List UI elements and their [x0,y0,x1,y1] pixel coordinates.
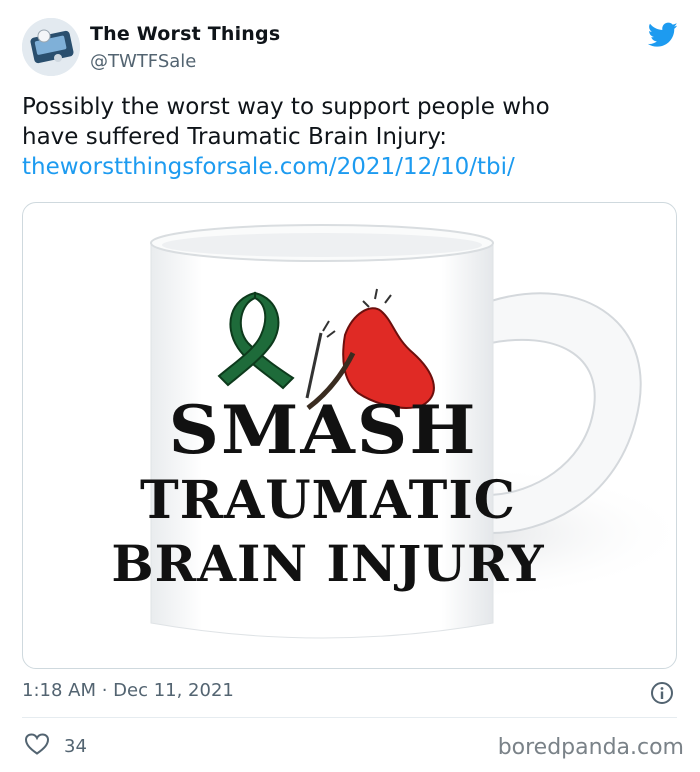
heart-icon [24,732,50,760]
avatar[interactable] [22,18,80,76]
tweet-header: The Worst Things @TWTFSale [22,18,682,82]
mug-text-traumatic: TRAUMATIC [140,470,516,531]
info-icon[interactable] [650,681,674,705]
tweet-text: Possibly the worst way to support people… [22,92,672,182]
user-handle[interactable]: @TWTFSale [90,51,196,72]
divider [22,717,677,718]
mug-text-brain-injury: BRAIN INJURY [111,534,544,593]
tweet-timestamp[interactable]: 1:18 AM · Dec 11, 2021 [22,680,234,701]
display-name[interactable]: The Worst Things [90,23,280,45]
tweet-link[interactable]: theworstthingsforsale.com/2021/12/10/tbi… [22,152,672,182]
twitter-bird-icon[interactable] [647,22,678,48]
tweet-media-image[interactable]: SMASH TRAUMATIC BRAIN INJURY [22,202,677,669]
like-count: 34 [64,735,87,757]
mug-text-smash: SMASH [168,392,477,470]
watermark: boredpanda.com [497,735,684,760]
tweet-text-line-2: have suffered Traumatic Brain Injury: [22,124,448,150]
tweet-text-line-1: Possibly the worst way to support people… [22,94,550,120]
like-button[interactable]: 34 [24,733,87,759]
